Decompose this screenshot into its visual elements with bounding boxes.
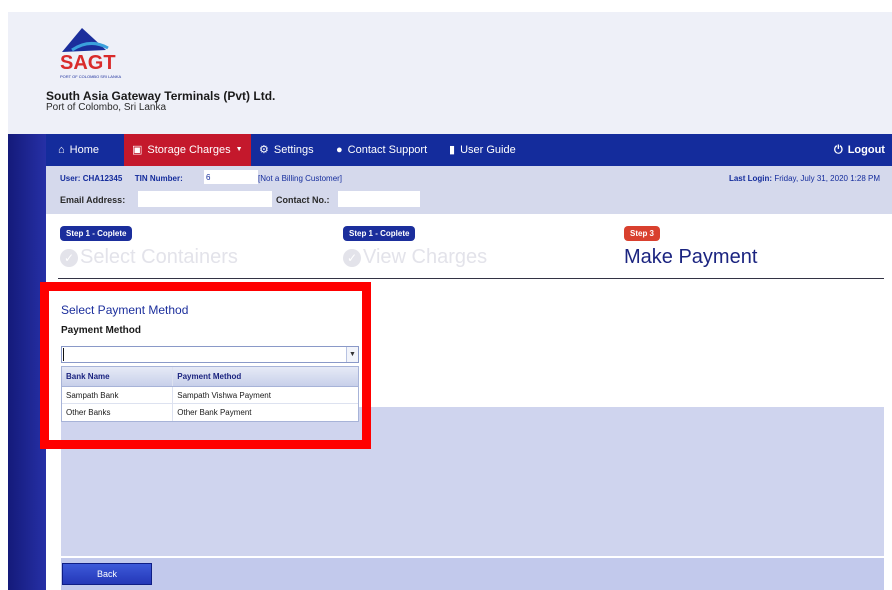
company-name: South Asia Gateway Terminals (Pvt) Ltd.	[46, 89, 276, 103]
user-label: User:	[60, 174, 81, 183]
nav-settings-label: Settings	[273, 144, 314, 156]
back-button[interactable]: Back	[62, 563, 152, 585]
check-circle-icon: ✓	[60, 248, 78, 267]
payment-method-cell: Other Bank Payment	[177, 408, 252, 417]
sagt-logo: SAGT PORT OF COLOMBO SRI LANKA	[60, 28, 122, 79]
left-margin	[0, 0, 8, 590]
step2-badge: Step 1 - Coplete	[343, 226, 416, 241]
check-circle-icon: ✓	[343, 248, 361, 267]
payment-options-grid: Bank Name Payment Method Sampath Bank Sa…	[61, 366, 359, 422]
column-bank-name: Bank Name	[62, 367, 174, 386]
tin-field[interactable]	[204, 170, 258, 184]
storage-icon: ▣	[132, 144, 143, 156]
step1-title: ✓ Select Containers	[60, 246, 238, 269]
text-cursor	[63, 348, 64, 361]
email-field[interactable]	[138, 191, 272, 207]
step1-badge: Step 1 - Coplete	[60, 226, 133, 241]
logo-text: SAGT	[60, 52, 116, 74]
page-root: SAGT PORT OF COLOMBO SRI LANKA South Asi…	[0, 0, 892, 590]
column-payment-method: Payment Method	[177, 372, 242, 381]
steps-divider	[58, 278, 884, 279]
user-value: CHA12345	[82, 174, 123, 183]
nav-logout-label: Logout	[847, 144, 885, 156]
grid-row-other-banks[interactable]: Other Banks Other Bank Payment	[62, 404, 358, 421]
step3-title: Make Payment	[624, 246, 758, 268]
content-panel	[61, 407, 884, 556]
left-rail	[8, 134, 46, 590]
logo-sail-icon	[62, 28, 106, 52]
tin-label: TIN Number:	[134, 174, 183, 183]
dropdown-arrow-icon[interactable]: ▼	[346, 347, 358, 362]
billing-status: [Not a Billing Customer]	[258, 174, 343, 183]
contact-field[interactable]	[338, 191, 420, 207]
nav-storage-charges[interactable]: ▣ Storage Charges ▼	[124, 134, 251, 166]
step1-title-text: Select Containers	[80, 246, 238, 268]
step3-badge: Step 3	[624, 226, 661, 241]
grid-header: Bank Name Payment Method	[62, 367, 358, 387]
nav-guide-label: User Guide	[460, 144, 516, 156]
logo-subtext: PORT OF COLOMBO SRI LANKA	[60, 74, 122, 79]
user-info-bar: User: CHA12345 TIN Number: [Not a Billin…	[46, 166, 892, 214]
step2-title-text: View Charges	[363, 246, 488, 268]
nav-storage-label: Storage Charges	[147, 144, 231, 156]
payment-method-combobox[interactable]: ▼	[61, 346, 359, 363]
nav-home[interactable]: ⌂ Home	[58, 134, 99, 166]
payment-method-label: Payment Method	[61, 325, 142, 336]
company-location: Port of Colombo, Sri Lanka	[46, 102, 167, 113]
bank-name-cell: Sampath Bank	[62, 387, 174, 403]
caret-down-icon: ▼	[235, 146, 243, 153]
payment-method-cell: Sampath Vishwa Payment	[177, 391, 271, 400]
last-login-label: Last Login:	[728, 174, 773, 183]
book-icon: ▮	[449, 144, 456, 156]
nav-logout[interactable]: ⏻ Logout	[834, 134, 885, 166]
gear-icon: ⚙	[259, 144, 269, 156]
last-login: Last Login: Friday, July 31, 2020 1:28 P…	[729, 174, 880, 183]
user-icon: ●	[336, 144, 343, 156]
contact-label: Contact No.:	[276, 195, 330, 205]
nav-settings[interactable]: ⚙ Settings	[259, 134, 314, 166]
nav-contact-label: Contact Support	[347, 144, 428, 156]
email-label: Email Address:	[60, 195, 126, 205]
nav-home-label: Home	[69, 144, 99, 156]
main-navbar: ⌂ Home ▣ Storage Charges ▼ ⚙ Settings ● …	[46, 134, 892, 166]
footer-bar	[61, 558, 884, 590]
last-login-value: Friday, July 31, 2020 1:28 PM	[774, 174, 880, 183]
grid-row-sampath[interactable]: Sampath Bank Sampath Vishwa Payment	[62, 387, 358, 404]
power-icon: ⏻	[834, 144, 843, 156]
bank-name-cell: Other Banks	[62, 404, 174, 421]
user-row: User: CHA12345 TIN Number:	[60, 174, 183, 183]
payment-section-title: Select Payment Method	[61, 303, 189, 317]
nav-user-guide[interactable]: ▮ User Guide	[449, 134, 516, 166]
home-icon: ⌂	[58, 144, 65, 156]
step2-title: ✓ View Charges	[343, 246, 487, 269]
nav-contact-support[interactable]: ● Contact Support	[336, 134, 427, 166]
